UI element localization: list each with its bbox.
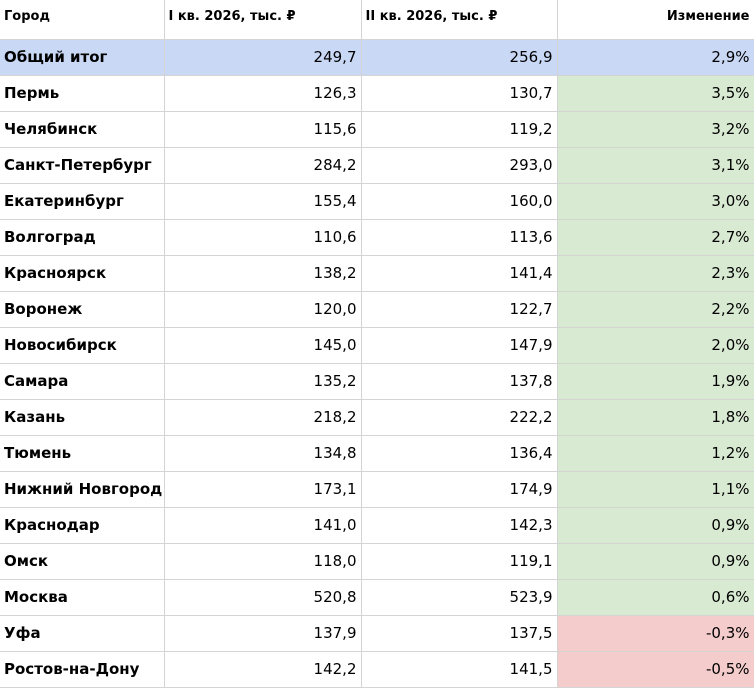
cell-city[interactable]: Екатеринбург — [0, 183, 165, 220]
cell-q1[interactable]: 118,0 — [164, 543, 362, 580]
cell-city[interactable]: Новосибирск — [0, 327, 165, 364]
cell-q1[interactable]: 120,0 — [164, 291, 362, 328]
cell-change[interactable]: -0,5% — [557, 651, 754, 688]
cell-city[interactable]: Воронеж — [0, 291, 165, 328]
cell-city[interactable]: Красноярск — [0, 255, 165, 292]
cell-q1[interactable]: 218,2 — [164, 399, 362, 436]
cell-q1[interactable]: 126,3 — [164, 75, 362, 112]
cell-city[interactable]: Челябинск — [0, 111, 165, 148]
table-row: Казань 218,2 222,2 1,8% — [0, 399, 754, 436]
cell-q2[interactable]: 222,2 — [361, 399, 558, 436]
total-q1[interactable]: 249,7 — [164, 39, 362, 76]
cell-q1[interactable]: 155,4 — [164, 183, 362, 220]
total-change[interactable]: 2,9% — [557, 39, 754, 76]
total-label[interactable]: Общий итог — [0, 39, 165, 76]
table-row: Краснодар 141,0 142,3 0,9% — [0, 507, 754, 544]
cell-q2[interactable]: 137,5 — [361, 615, 558, 652]
cell-city[interactable]: Москва — [0, 579, 165, 616]
cell-q1[interactable]: 145,0 — [164, 327, 362, 364]
cell-q2[interactable]: 293,0 — [361, 147, 558, 184]
cell-city[interactable]: Волгоград — [0, 219, 165, 256]
table-row: Воронеж 120,0 122,7 2,2% — [0, 291, 754, 328]
cell-change[interactable]: 1,1% — [557, 471, 754, 508]
total-row: Общий итог 249,7 256,9 2,9% — [0, 39, 754, 76]
table-row: Ростов-на-Дону 142,2 141,5 -0,5% — [0, 651, 754, 688]
cell-change[interactable]: 3,2% — [557, 111, 754, 148]
table-row: Пермь 126,3 130,7 3,5% — [0, 75, 754, 112]
cell-q2[interactable]: 147,9 — [361, 327, 558, 364]
table-row: Екатеринбург 155,4 160,0 3,0% — [0, 183, 754, 220]
city-quarterly-table: Город I кв. 2026, тыс. ₽ II кв. 2026, ты… — [0, 0, 754, 688]
table-row: Волгоград 110,6 113,6 2,7% — [0, 219, 754, 256]
table-row: Омск 118,0 119,1 0,9% — [0, 543, 754, 580]
cell-change[interactable]: 0,6% — [557, 579, 754, 616]
cell-q1[interactable]: 138,2 — [164, 255, 362, 292]
cell-q1[interactable]: 284,2 — [164, 147, 362, 184]
cell-city[interactable]: Краснодар — [0, 507, 165, 544]
cell-q1[interactable]: 135,2 — [164, 363, 362, 400]
table-row: Красноярск 138,2 141,4 2,3% — [0, 255, 754, 292]
cell-q2[interactable]: 119,2 — [361, 111, 558, 148]
cell-q2[interactable]: 141,5 — [361, 651, 558, 688]
cell-change[interactable]: 2,3% — [557, 255, 754, 292]
header-change[interactable]: Изменение — [557, 0, 754, 40]
cell-city[interactable]: Самара — [0, 363, 165, 400]
cell-q1[interactable]: 110,6 — [164, 219, 362, 256]
table-row: Нижний Новгород 173,1 174,9 1,1% — [0, 471, 754, 508]
cell-q2[interactable]: 142,3 — [361, 507, 558, 544]
table-row: Самара 135,2 137,8 1,9% — [0, 363, 754, 400]
cell-change[interactable]: 0,9% — [557, 507, 754, 544]
table-row: Уфа 137,9 137,5 -0,3% — [0, 615, 754, 652]
table-row: Челябинск 115,6 119,2 3,2% — [0, 111, 754, 148]
total-q2[interactable]: 256,9 — [361, 39, 558, 76]
cell-q2[interactable]: 137,8 — [361, 363, 558, 400]
table-row: Новосибирск 145,0 147,9 2,0% — [0, 327, 754, 364]
cell-change[interactable]: -0,3% — [557, 615, 754, 652]
cell-city[interactable]: Уфа — [0, 615, 165, 652]
cell-q1[interactable]: 173,1 — [164, 471, 362, 508]
cell-q1[interactable]: 137,9 — [164, 615, 362, 652]
cell-q2[interactable]: 523,9 — [361, 579, 558, 616]
cell-change[interactable]: 1,2% — [557, 435, 754, 472]
header-city[interactable]: Город — [0, 0, 165, 40]
table-row: Москва 520,8 523,9 0,6% — [0, 579, 754, 616]
cell-q2[interactable]: 160,0 — [361, 183, 558, 220]
cell-city[interactable]: Нижний Новгород — [0, 471, 165, 508]
cell-change[interactable]: 1,9% — [557, 363, 754, 400]
table-row: Тюмень 134,8 136,4 1,2% — [0, 435, 754, 472]
cell-city[interactable]: Ростов-на-Дону — [0, 651, 165, 688]
cell-q2[interactable]: 136,4 — [361, 435, 558, 472]
cell-city[interactable]: Пермь — [0, 75, 165, 112]
cell-q2[interactable]: 122,7 — [361, 291, 558, 328]
cell-change[interactable]: 3,5% — [557, 75, 754, 112]
cell-q1[interactable]: 134,8 — [164, 435, 362, 472]
cell-city[interactable]: Омск — [0, 543, 165, 580]
cell-q1[interactable]: 142,2 — [164, 651, 362, 688]
header-q1[interactable]: I кв. 2026, тыс. ₽ — [164, 0, 362, 40]
cell-change[interactable]: 0,9% — [557, 543, 754, 580]
cell-change[interactable]: 1,8% — [557, 399, 754, 436]
cell-q2[interactable]: 130,7 — [361, 75, 558, 112]
cell-city[interactable]: Казань — [0, 399, 165, 436]
table-row: Санкт-Петербург 284,2 293,0 3,1% — [0, 147, 754, 184]
cell-q1[interactable]: 115,6 — [164, 111, 362, 148]
header-row: Город I кв. 2026, тыс. ₽ II кв. 2026, ты… — [0, 0, 754, 40]
cell-city[interactable]: Санкт-Петербург — [0, 147, 165, 184]
cell-change[interactable]: 3,0% — [557, 183, 754, 220]
cell-change[interactable]: 2,2% — [557, 291, 754, 328]
cell-q1[interactable]: 520,8 — [164, 579, 362, 616]
cell-q2[interactable]: 174,9 — [361, 471, 558, 508]
cell-change[interactable]: 3,1% — [557, 147, 754, 184]
cell-q2[interactable]: 141,4 — [361, 255, 558, 292]
cell-city[interactable]: Тюмень — [0, 435, 165, 472]
cell-q2[interactable]: 113,6 — [361, 219, 558, 256]
cell-change[interactable]: 2,7% — [557, 219, 754, 256]
cell-q2[interactable]: 119,1 — [361, 543, 558, 580]
cell-q1[interactable]: 141,0 — [164, 507, 362, 544]
cell-change[interactable]: 2,0% — [557, 327, 754, 364]
header-q2[interactable]: II кв. 2026, тыс. ₽ — [361, 0, 558, 40]
